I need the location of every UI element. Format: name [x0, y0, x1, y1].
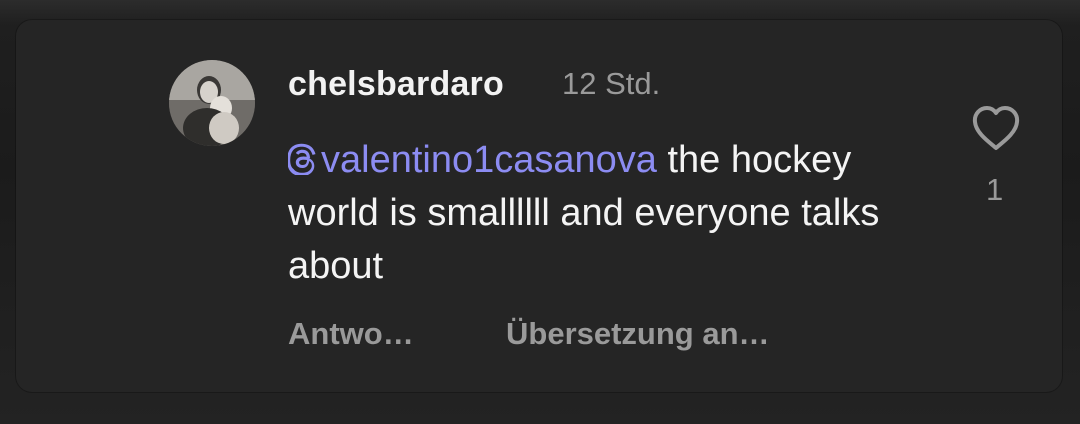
threads-at-icon	[288, 143, 316, 175]
like-count: 1	[986, 172, 1004, 207]
translate-button[interactable]: Übersetzung an…	[506, 312, 770, 356]
like-button[interactable]	[970, 104, 1022, 152]
avatar[interactable]	[169, 60, 255, 146]
mention-username[interactable]: valentino1casanova	[321, 139, 657, 181]
reply-button[interactable]: Antwo…	[288, 312, 414, 356]
mention-link[interactable]: valentino1casanova	[288, 139, 657, 181]
heart-icon	[972, 106, 1020, 150]
comment-text: valentino1casanova the hockey world is s…	[288, 134, 928, 293]
username[interactable]: chelsbardaro	[288, 62, 504, 106]
timestamp: 12 Std.	[562, 66, 661, 101]
